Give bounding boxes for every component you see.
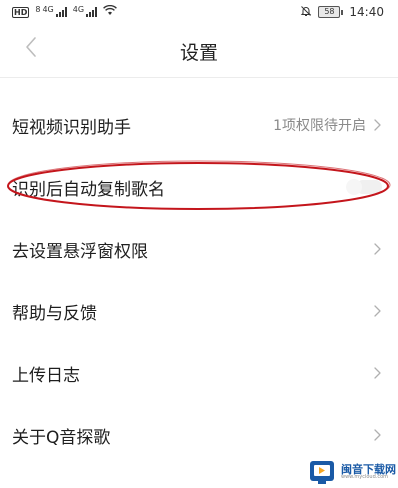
chevron-right-icon <box>372 242 382 256</box>
chevron-right-icon <box>372 304 382 318</box>
setting-auto-copy-song-name: 识别后自动复制歌名 <box>0 156 398 218</box>
setting-short-video-assistant[interactable]: 短视频识别助手 1项权限待开启 <box>0 94 398 156</box>
sim1-label: 8 <box>35 4 41 14</box>
watermark: 闽音下载网 www.mycloud.com <box>308 458 396 486</box>
signal-icon <box>55 7 67 17</box>
app-header: 设置 <box>0 24 398 78</box>
sim1-network-label: 4G <box>42 4 54 14</box>
chevron-right-icon <box>372 428 382 442</box>
watermark-subtitle: www.mycloud.com <box>341 474 389 480</box>
setting-label: 识别后自动复制歌名 <box>12 179 165 200</box>
page-title: 设置 <box>179 42 218 64</box>
wifi-icon <box>103 4 117 19</box>
setting-label: 去设置悬浮窗权限 <box>12 241 148 262</box>
setting-label: 帮助与反馈 <box>12 303 97 324</box>
setting-upload-log[interactable]: 上传日志 <box>0 342 398 404</box>
chevron-right-icon <box>372 366 382 380</box>
signal-icon <box>86 7 98 17</box>
setting-about[interactable]: 关于Q音探歌 <box>0 404 398 466</box>
hd-badge: HD <box>12 6 30 18</box>
mute-bell-icon <box>300 5 312 20</box>
settings-list: 短视频识别助手 1项权限待开启 识别后自动复制歌名 去设置悬浮窗权限 帮助与反馈… <box>0 94 398 466</box>
toggle-knob <box>346 179 362 195</box>
status-bar-left: HD 8 4G 4G <box>12 5 117 19</box>
battery-level: 58 <box>318 6 341 18</box>
clock: 14:40 <box>349 5 384 19</box>
sim2-network-label: 4G <box>72 4 85 14</box>
battery-icon: 58 <box>318 6 344 18</box>
setting-label: 短视频识别助手 <box>12 117 131 138</box>
setting-help-feedback[interactable]: 帮助与反馈 <box>0 280 398 342</box>
watermark-text: 闽音下载网 www.mycloud.com <box>341 464 396 480</box>
status-bar: HD 8 4G 4G 58 14:40 <box>0 0 398 24</box>
setting-value: 1项权限待开启 <box>273 118 366 134</box>
setting-floating-window-permission[interactable]: 去设置悬浮窗权限 <box>0 218 398 280</box>
auto-copy-toggle[interactable] <box>342 177 382 197</box>
setting-label: 关于Q音探歌 <box>12 427 111 448</box>
watermark-logo-icon <box>310 461 334 484</box>
status-bar-right: 58 14:40 <box>300 5 384 20</box>
setting-label: 上传日志 <box>12 365 80 386</box>
chevron-right-icon <box>372 118 382 132</box>
